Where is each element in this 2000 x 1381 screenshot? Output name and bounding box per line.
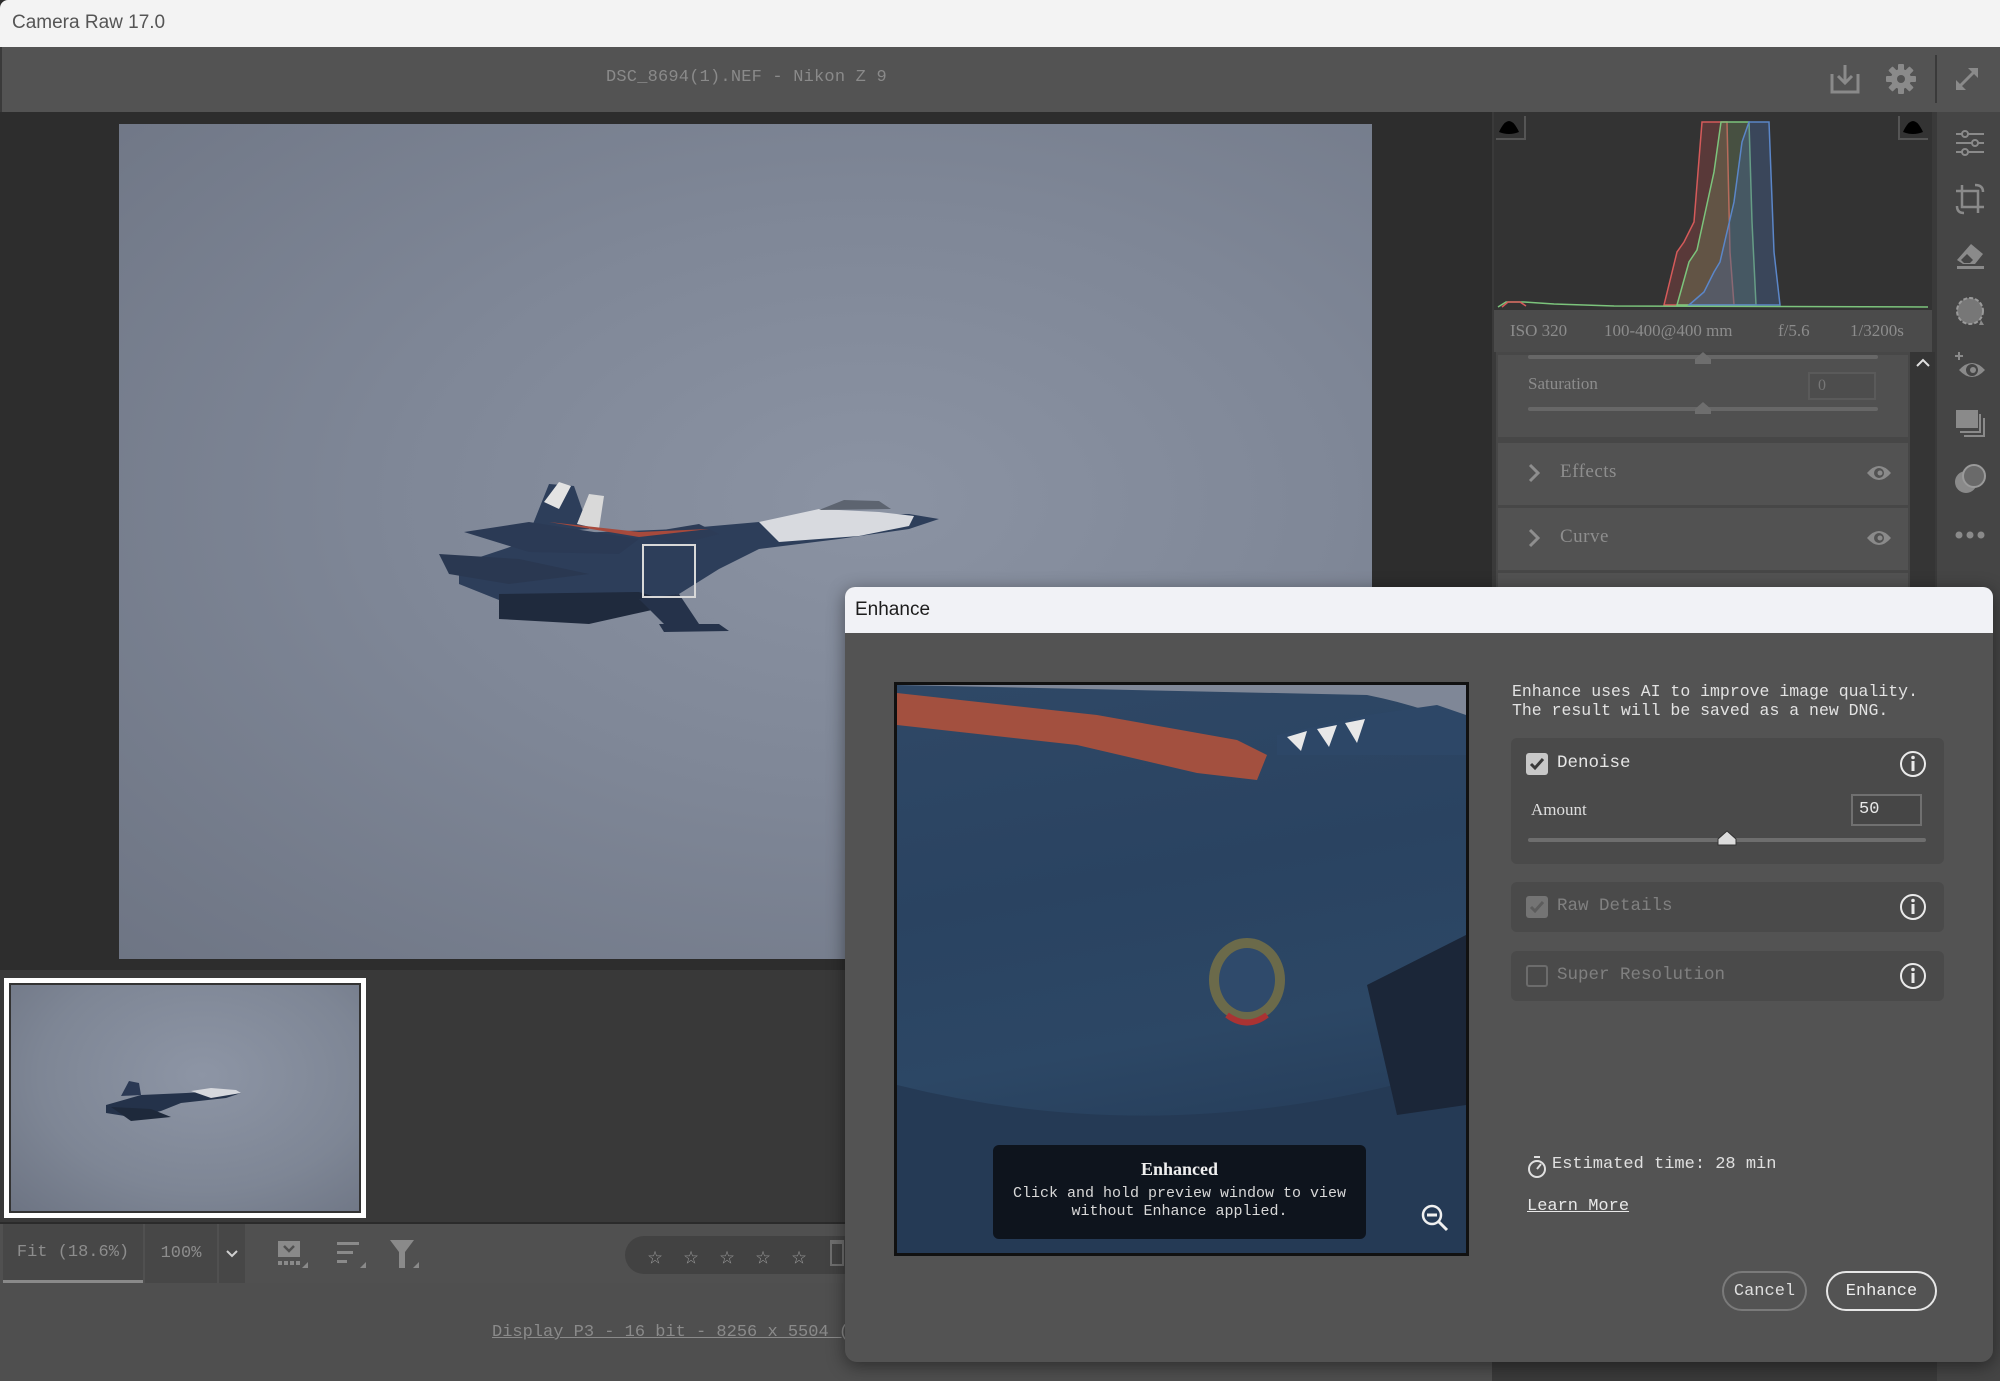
exif-lens: 100-400@400 mm: [1604, 321, 1733, 340]
amount-slider-thumb[interactable]: [1717, 830, 1737, 846]
rating-star-2[interactable]: ☆: [677, 1243, 705, 1268]
panel-section-effects[interactable]: Effects: [1498, 443, 1908, 505]
panel-section-curve[interactable]: Curve: [1498, 508, 1908, 570]
saturation-control: Saturation 0: [1498, 352, 1908, 437]
window-title-bar: Camera Raw 17.0: [0, 0, 2000, 47]
super-resolution-label: Super Resolution: [1557, 965, 1726, 985]
save-download-icon[interactable]: [1828, 62, 1862, 96]
panel-scrollbar[interactable]: [1910, 352, 1935, 592]
zoom-out-icon[interactable]: [1420, 1203, 1450, 1233]
preview-overlay-title: Enhanced: [1140, 1159, 1219, 1179]
section-label: Effects: [1560, 461, 1617, 482]
raw-details-label: Raw Details: [1557, 896, 1673, 916]
crop-rotate-icon[interactable]: [1953, 182, 1987, 216]
zoom-level-dropdown[interactable]: [219, 1224, 245, 1283]
dialog-title-bar: Enhance: [845, 587, 1993, 633]
cancel-button[interactable]: Cancel: [1722, 1271, 1807, 1311]
trash-icon[interactable]: [830, 1240, 844, 1266]
window-title: Camera Raw 17.0: [12, 12, 166, 33]
checkmark-icon: [1529, 758, 1545, 771]
app-header: DSC_8694(1).NEF - Nikon Z 9: [0, 47, 2000, 112]
chevron-up-icon[interactable]: [1916, 358, 1930, 368]
info-icon[interactable]: [1899, 893, 1927, 921]
info-icon[interactable]: [1899, 962, 1927, 990]
rating-star-3[interactable]: ☆: [713, 1243, 741, 1268]
histogram: [1494, 112, 1932, 310]
enhance-dialog: Enhance Enhanced Click and hold preview …: [845, 587, 1993, 1362]
enhance-preview-region[interactable]: [642, 544, 696, 598]
info-icon[interactable]: [1899, 750, 1927, 778]
enhance-preview-window[interactable]: Enhanced Click and hold preview window t…: [894, 682, 1469, 1256]
chevron-down-icon: [226, 1249, 238, 1257]
thumbnail-jet: [106, 1081, 241, 1121]
exif-info-bar: ISO 320 100-400@400 mm f/5.6 1/3200s: [1494, 310, 1932, 352]
chevron-right-icon: [1528, 463, 1540, 483]
sort-icon[interactable]: [333, 1238, 369, 1270]
zoom-100-button[interactable]: 100%: [145, 1224, 217, 1283]
chevron-right-icon: [1528, 528, 1540, 548]
more-icon[interactable]: [1953, 518, 1987, 552]
fullscreen-icon[interactable]: [1950, 62, 1984, 96]
rating-star-5[interactable]: ☆: [785, 1243, 813, 1268]
stopwatch-icon: [1528, 1156, 1546, 1178]
denoise-option: Denoise Amount 50: [1511, 738, 1944, 864]
denoise-label: Denoise: [1557, 753, 1631, 773]
denoise-checkbox[interactable]: [1526, 753, 1548, 775]
filmstrip-thumbnail[interactable]: [4, 978, 366, 1218]
presets-icon[interactable]: [1953, 462, 1987, 496]
workflow-options-link[interactable]: Display P3 - 16 bit - 8256 x 5504 (4: [492, 1323, 859, 1342]
learn-more-link[interactable]: Learn More: [1527, 1197, 1629, 1216]
thumbnail-image: [9, 983, 361, 1213]
dialog-title: Enhance: [855, 599, 931, 620]
section-label: Curve: [1560, 526, 1609, 547]
exif-shutter: 1/3200s: [1850, 321, 1904, 340]
super-resolution-checkbox[interactable]: [1526, 965, 1548, 987]
preview-overlay-line1: Click and hold preview window to view: [1012, 1185, 1347, 1202]
saturation-slider-thumb[interactable]: [1694, 401, 1712, 415]
eye-icon[interactable]: [1866, 528, 1892, 548]
snapshots-icon[interactable]: [1953, 406, 1987, 440]
estimated-time: Estimated time: 28 min: [1552, 1155, 1777, 1174]
raw-details-option: Raw Details: [1511, 882, 1944, 932]
header-separator: [1935, 55, 1937, 103]
saturation-value-input[interactable]: 0: [1808, 372, 1876, 400]
eye-icon[interactable]: [1866, 463, 1892, 483]
exif-aperture: f/5.6: [1778, 321, 1810, 340]
filmstrip-select-icon[interactable]: [275, 1238, 311, 1270]
vibrance-slider-thumb[interactable]: [1694, 351, 1712, 365]
red-eye-icon[interactable]: [1953, 350, 1987, 384]
rating-star-4[interactable]: ☆: [749, 1243, 777, 1268]
rating-star-1[interactable]: ☆: [641, 1243, 669, 1268]
histogram-graph: [1497, 121, 1929, 308]
filter-icon[interactable]: [386, 1238, 422, 1270]
star-rating[interactable]: ☆ ☆ ☆ ☆ ☆: [625, 1236, 855, 1274]
zoom-fit-button[interactable]: Fit (18.6%): [3, 1224, 143, 1283]
amount-label: Amount: [1531, 800, 1587, 819]
super-resolution-option: Super Resolution: [1511, 951, 1944, 1001]
file-name: DSC_8694(1).NEF - Nikon Z 9: [606, 68, 887, 87]
raw-details-checkbox[interactable]: [1526, 896, 1548, 918]
preview-overlay-line2: without Enhance applied.: [1071, 1203, 1288, 1220]
gear-icon[interactable]: [1884, 62, 1918, 96]
preview-overlay-description: Click and hold preview window to view wi…: [993, 1185, 1366, 1221]
mask-icon[interactable]: [1953, 294, 1987, 328]
checkmark-icon: [1529, 901, 1545, 914]
enhance-button[interactable]: Enhance: [1826, 1271, 1937, 1311]
edit-sliders-icon[interactable]: [1953, 126, 1987, 160]
saturation-label: Saturation: [1528, 374, 1598, 393]
exif-iso: ISO 320: [1510, 321, 1568, 340]
preview-overlay: Enhanced Click and hold preview window t…: [993, 1145, 1366, 1239]
amount-value-input[interactable]: 50: [1851, 794, 1922, 826]
dialog-description: Enhance uses AI to improve image quality…: [1512, 682, 1918, 720]
remove-eraser-icon[interactable]: [1953, 238, 1987, 272]
